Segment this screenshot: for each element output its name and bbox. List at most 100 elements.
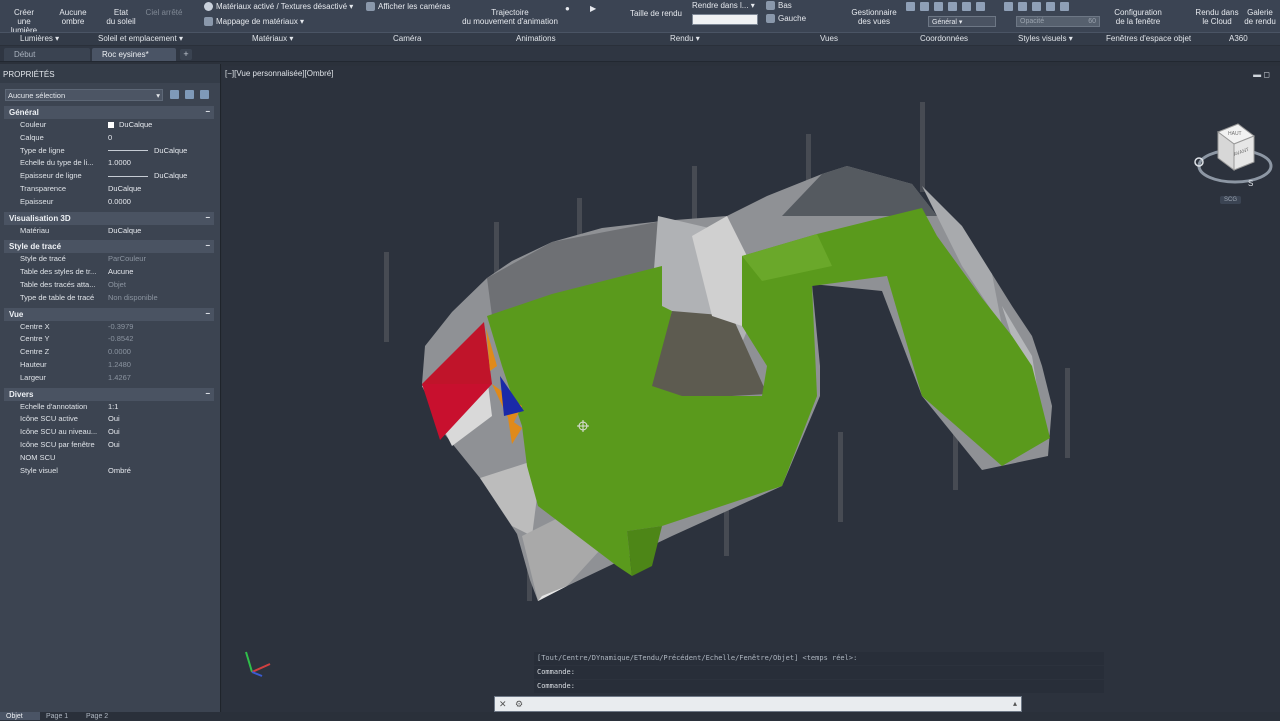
collapse-icon[interactable]: − [205, 389, 210, 398]
property-value[interactable]: Oui [108, 440, 120, 449]
property-row[interactable]: Table des styles de tr... Aucune [0, 266, 220, 279]
property-row[interactable]: Type de ligne DuCalque [0, 145, 220, 158]
opacity-slider[interactable]: Opacité 60 [1016, 16, 1100, 27]
panel-visual-styles[interactable]: Styles visuels ▾ [1018, 34, 1073, 43]
visual-style-tools[interactable] [1004, 2, 1074, 13]
property-value[interactable]: 0.0000 [108, 347, 131, 356]
panel-lights[interactable]: Lumières ▾ [20, 34, 59, 43]
close-icon[interactable]: ✕ [499, 699, 507, 710]
property-row[interactable]: NOM SCU [0, 452, 220, 465]
property-value[interactable]: 0 [108, 133, 112, 142]
property-row[interactable]: Centre Z 0.0000 [0, 346, 220, 359]
property-row[interactable]: Type de table de tracé Non disponible [0, 292, 220, 305]
render-cloud-button[interactable]: Rendu dans le Cloud [1194, 8, 1240, 26]
record-icon[interactable]: ● [565, 4, 570, 13]
panel-sun-location[interactable]: Soleil et emplacement ▾ [98, 34, 183, 43]
property-row[interactable]: Largeur 1.4267 [0, 372, 220, 385]
property-value[interactable]: 0.0000 [108, 197, 131, 206]
quick-select-icon[interactable] [200, 90, 209, 99]
viewport-window-controls[interactable]: ▬ ◻ [1253, 70, 1270, 79]
property-value[interactable]: DuCalque [108, 120, 152, 129]
property-value[interactable]: -0.3979 [108, 322, 133, 331]
render-size-button[interactable]: Taille de rendu [628, 9, 684, 18]
property-value[interactable]: Non disponible [108, 293, 158, 302]
property-row[interactable]: Style de tracé ParCouleur [0, 253, 220, 266]
property-row[interactable]: Transparence DuCalque [0, 183, 220, 196]
property-row[interactable]: Echelle d'annotation 1:1 [0, 401, 220, 414]
property-section-header[interactable]: Visualisation 3D − [4, 211, 214, 225]
property-row[interactable]: Calque 0 [0, 132, 220, 145]
customize-icon[interactable]: ⚙ [515, 699, 523, 710]
property-value[interactable]: -0.8542 [108, 334, 133, 343]
toggle-pickadd-icon[interactable] [170, 90, 179, 99]
select-objects-icon[interactable] [185, 90, 194, 99]
add-tab-button[interactable]: + [180, 49, 192, 60]
property-row[interactable]: Centre Y -0.8542 [0, 333, 220, 346]
create-light-button[interactable]: Créer une lumière [4, 8, 44, 35]
tab-model[interactable]: Objet [0, 712, 40, 720]
sky-button[interactable]: Ciel arrêté [142, 8, 186, 17]
viewport-controls-label[interactable]: [−][Vue personnalisée][Ombré] [225, 69, 333, 78]
property-row[interactable]: Couleur DuCalque [0, 119, 220, 132]
view-left-button[interactable]: Gauche [766, 14, 806, 24]
terrain-3d-model[interactable] [222, 66, 1280, 712]
tab-start[interactable]: Début [4, 48, 90, 61]
property-value[interactable]: DuCalque [108, 226, 141, 235]
compass-south-label[interactable]: S [1248, 179, 1253, 188]
ucs-tools[interactable] [906, 2, 990, 13]
property-row[interactable]: Hauteur 1.2480 [0, 359, 220, 372]
property-value[interactable]: Ombré [108, 466, 131, 475]
tab-roc-eysines[interactable]: Roc eysines* [92, 48, 176, 61]
render-gallery-button[interactable]: Galerie de rendu [1240, 8, 1280, 26]
viewcube-top-label[interactable]: HAUT [1228, 131, 1242, 137]
ucs-general-dropdown[interactable]: Général ▾ [928, 16, 996, 27]
materials-toggle[interactable]: Matériaux activé / Textures désactivé ▾ [204, 2, 353, 12]
show-cameras-button[interactable]: Afficher les caméras [366, 2, 450, 12]
property-row[interactable]: Epaisseur 0.0000 [0, 196, 220, 209]
collapse-icon[interactable]: − [205, 213, 210, 222]
selection-dropdown[interactable]: Aucune sélection ▾ [5, 89, 163, 101]
property-section-header[interactable]: Divers − [4, 387, 214, 401]
property-section-header[interactable]: Style de tracé − [4, 240, 214, 254]
property-row[interactable]: Echelle du type de li... 1.0000 [0, 157, 220, 170]
property-value[interactable]: Aucune [108, 267, 133, 276]
property-row[interactable]: Epaisseur de ligne DuCalque [0, 170, 220, 183]
property-row[interactable]: Table des tracés atta... Objet [0, 279, 220, 292]
property-section-header[interactable]: Vue − [4, 307, 214, 321]
panel-materials[interactable]: Matériaux ▾ [252, 34, 293, 43]
property-row[interactable]: Icône SCU par fenêtre Oui [0, 439, 220, 452]
property-value[interactable]: DuCalque [108, 184, 141, 193]
property-value[interactable]: Oui [108, 427, 120, 436]
property-row[interactable]: Icône SCU active Oui [0, 413, 220, 426]
collapse-icon[interactable]: − [205, 241, 210, 250]
view-bottom-button[interactable]: Bas [766, 1, 792, 11]
collapse-icon[interactable]: − [205, 309, 210, 318]
property-row[interactable]: Icône SCU au niveau... Oui [0, 426, 220, 439]
property-value[interactable]: 1.4267 [108, 373, 131, 382]
render-in-dropdown[interactable]: Rendre dans l... ▾ [692, 1, 755, 10]
material-mapping-button[interactable]: Mappage de matériaux ▾ [204, 17, 304, 27]
property-value[interactable]: 1.2480 [108, 360, 131, 369]
tab-page-2[interactable]: Page 2 [80, 712, 118, 720]
property-row[interactable]: Centre X -0.3979 [0, 321, 220, 334]
view-manager-button[interactable]: Gestionnaire des vues [848, 8, 900, 26]
property-value[interactable]: DuCalque [108, 146, 187, 155]
play-icon[interactable]: ▶ [590, 4, 596, 13]
property-value[interactable]: ParCouleur [108, 254, 146, 263]
property-value[interactable]: 1:1 [108, 402, 118, 411]
property-row[interactable]: Matériau DuCalque [0, 225, 220, 238]
property-row[interactable]: Style visuel Ombré [0, 465, 220, 478]
collapse-icon[interactable]: − [205, 107, 210, 116]
render-preset-input[interactable] [692, 14, 758, 25]
property-section-header[interactable]: Général − [4, 106, 214, 119]
wcs-menu[interactable]: SCG [1220, 196, 1242, 204]
panel-render[interactable]: Rendu ▾ [670, 34, 700, 43]
tab-page-1[interactable]: Page 1 [40, 712, 78, 720]
property-value[interactable]: 1.0000 [108, 158, 131, 167]
property-value[interactable]: DuCalque [108, 171, 187, 180]
sun-status-button[interactable]: Etat du soleil [102, 8, 140, 26]
command-line[interactable]: ✕ ⚙ ▴ [494, 696, 1022, 712]
shadow-button[interactable]: Aucune ombre [54, 8, 92, 26]
animation-path-button[interactable]: Trajectoire du mouvement d'animation [452, 8, 568, 26]
property-value[interactable]: Oui [108, 414, 120, 423]
